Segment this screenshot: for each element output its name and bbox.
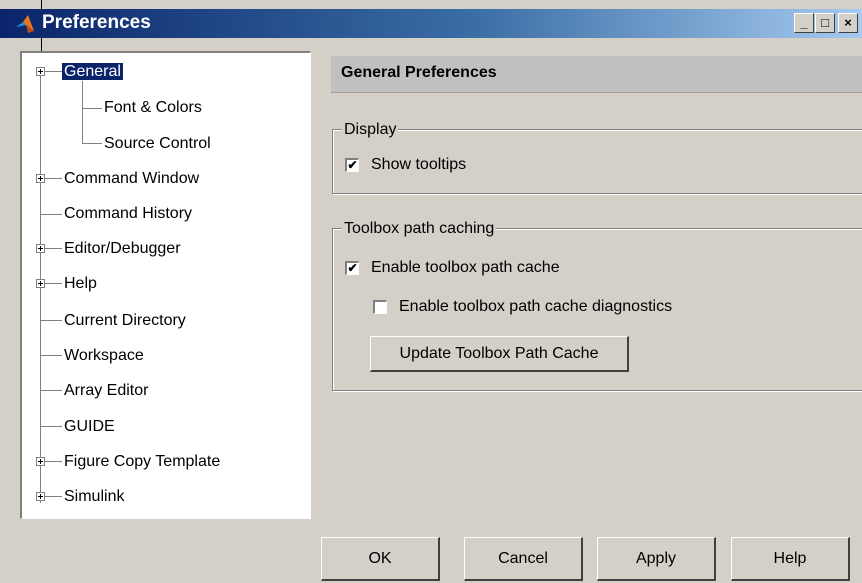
tree-root-line bbox=[40, 75, 41, 503]
expand-icon[interactable] bbox=[36, 279, 45, 288]
expand-icon[interactable] bbox=[36, 67, 45, 76]
expand-icon[interactable] bbox=[36, 174, 45, 183]
enable-diagnostics-checkbox[interactable] bbox=[373, 300, 387, 314]
maximize-button[interactable]: □ bbox=[815, 13, 835, 33]
preferences-window: Preferences _ □ × General Font & Colors … bbox=[0, 0, 862, 583]
tree-item-workspace[interactable]: Workspace bbox=[64, 345, 144, 367]
tree-connector bbox=[82, 143, 102, 144]
tree-item-label: Editor/Debugger bbox=[64, 240, 181, 257]
tree-connector bbox=[40, 320, 62, 321]
display-group-legend: Display bbox=[342, 121, 399, 139]
tree-item-label: Figure Copy Template bbox=[64, 453, 221, 470]
tree-item-label: General bbox=[62, 63, 123, 80]
tree-item-label: Workspace bbox=[64, 347, 144, 364]
window-title: Preferences bbox=[42, 12, 151, 33]
title-bar[interactable]: Preferences _ □ × bbox=[0, 9, 862, 38]
minimize-button[interactable]: _ bbox=[794, 13, 814, 33]
tree-connector bbox=[40, 355, 62, 356]
ok-button[interactable]: OK bbox=[321, 537, 440, 581]
close-icon: × bbox=[844, 15, 852, 30]
tree-item-current-directory[interactable]: Current Directory bbox=[64, 310, 186, 332]
tree-connector bbox=[40, 426, 62, 427]
tree-item-command-history[interactable]: Command History bbox=[64, 203, 192, 225]
tree-item-array-editor[interactable]: Array Editor bbox=[64, 380, 148, 402]
expand-icon[interactable] bbox=[36, 244, 45, 253]
tree-connector bbox=[45, 283, 62, 284]
tree-connector bbox=[45, 178, 62, 179]
tree-item-source-control[interactable]: Source Control bbox=[104, 133, 211, 155]
tree-item-help[interactable]: Help bbox=[64, 273, 97, 295]
maximize-icon: □ bbox=[821, 15, 829, 30]
tree-item-label: Source Control bbox=[104, 135, 211, 152]
tree-connector bbox=[45, 248, 62, 249]
enable-cache-label[interactable]: Enable toolbox path cache bbox=[371, 259, 560, 277]
tree-item-font-colors[interactable]: Font & Colors bbox=[104, 97, 202, 119]
tree-connector bbox=[45, 496, 62, 497]
expand-icon[interactable] bbox=[36, 492, 45, 501]
tree-connector bbox=[45, 461, 62, 462]
tree-connector bbox=[45, 71, 62, 72]
apply-button[interactable]: Apply bbox=[597, 537, 716, 581]
tree-item-label: Command Window bbox=[64, 170, 200, 187]
tree-branch-line bbox=[82, 81, 83, 143]
tree-connector bbox=[40, 390, 62, 391]
enable-diagnostics-label[interactable]: Enable toolbox path cache diagnostics bbox=[399, 298, 672, 316]
tree-item-figure-copy-template[interactable]: Figure Copy Template bbox=[64, 451, 220, 473]
tree-connector bbox=[40, 214, 62, 215]
panel-title: General Preferences bbox=[341, 64, 497, 81]
checkmark-icon: ✔ bbox=[347, 158, 358, 172]
tree-item-simulink[interactable]: Simulink bbox=[64, 486, 124, 508]
update-toolbox-path-cache-button[interactable]: Update Toolbox Path Cache bbox=[370, 336, 629, 372]
preferences-tree[interactable]: General Font & Colors Source Control Com… bbox=[20, 51, 311, 519]
checkmark-icon: ✔ bbox=[347, 261, 358, 275]
toolbox-group-legend: Toolbox path caching bbox=[342, 220, 497, 238]
tree-item-label: GUIDE bbox=[64, 418, 115, 435]
tree-item-editor-debugger[interactable]: Editor/Debugger bbox=[64, 238, 181, 260]
enable-cache-checkbox[interactable]: ✔ bbox=[345, 261, 359, 275]
tree-item-guide[interactable]: GUIDE bbox=[64, 416, 115, 438]
cancel-button[interactable]: Cancel bbox=[464, 537, 583, 581]
panel-header: General Preferences bbox=[331, 56, 862, 93]
tree-item-label: Current Directory bbox=[64, 312, 186, 329]
show-tooltips-label[interactable]: Show tooltips bbox=[371, 156, 466, 174]
matlab-logo-icon bbox=[16, 15, 34, 33]
minimize-icon: _ bbox=[800, 15, 808, 30]
close-button[interactable]: × bbox=[838, 13, 858, 33]
tree-connector bbox=[82, 108, 102, 109]
show-tooltips-checkbox[interactable]: ✔ bbox=[345, 158, 359, 172]
tree-item-label: Help bbox=[64, 275, 97, 292]
help-button[interactable]: Help bbox=[731, 537, 850, 581]
expand-icon[interactable] bbox=[36, 457, 45, 466]
tree-item-label: Font & Colors bbox=[104, 99, 202, 116]
tree-item-command-window[interactable]: Command Window bbox=[64, 168, 199, 190]
tree-item-label: Simulink bbox=[64, 488, 125, 505]
tree-item-general[interactable]: General bbox=[62, 61, 123, 83]
tree-item-label: Command History bbox=[64, 205, 193, 222]
tree-item-label: Array Editor bbox=[64, 382, 149, 399]
